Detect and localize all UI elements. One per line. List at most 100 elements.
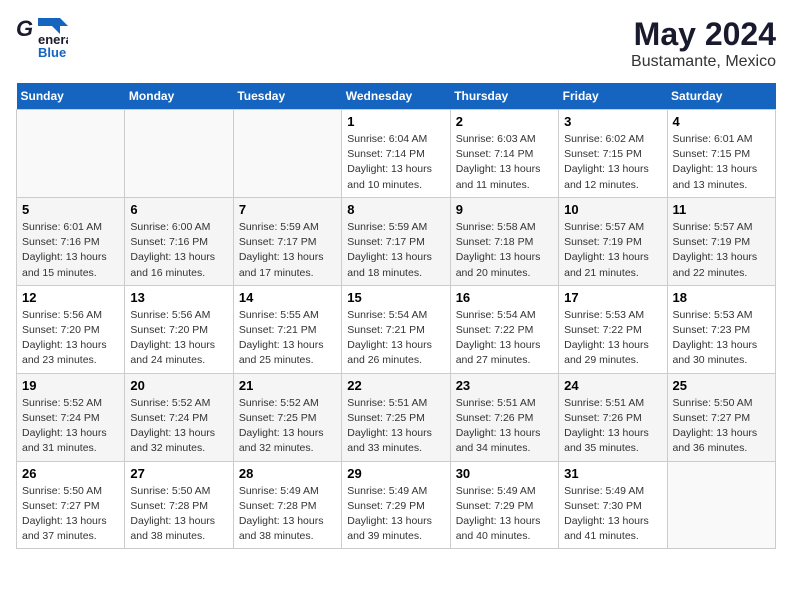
day-number: 28 bbox=[239, 466, 336, 481]
day-cell: 22 Sunrise: 5:51 AMSunset: 7:25 PMDayligh… bbox=[342, 373, 450, 461]
day-number: 13 bbox=[130, 290, 227, 305]
day-number: 18 bbox=[673, 290, 770, 305]
day-info: Sunrise: 5:52 AMSunset: 7:24 PMDaylight:… bbox=[22, 396, 119, 457]
day-cell: 30Sunrise: 5:49 AMSunset: 7:29 PMDayligh… bbox=[450, 461, 558, 549]
col-header-friday: Friday bbox=[559, 83, 667, 110]
col-header-monday: Monday bbox=[125, 83, 233, 110]
day-cell: 6 Sunrise: 6:00 AMSunset: 7:16 PMDaylight… bbox=[125, 197, 233, 285]
calendar-header-row: SundayMondayTuesdayWednesdayThursdayFrid… bbox=[17, 83, 776, 110]
week-row-5: 26 Sunrise: 5:50 AMSunset: 7:27 PMDayligh… bbox=[17, 461, 776, 549]
day-info: Sunrise: 5:53 AMSunset: 7:22 PMDaylight:… bbox=[564, 308, 661, 369]
day-cell: 23 Sunrise: 5:51 AMSunset: 7:26 PMDayligh… bbox=[450, 373, 558, 461]
week-row-2: 5Sunrise: 6:01 AMSunset: 7:16 PMDaylight… bbox=[17, 197, 776, 285]
day-info: Sunrise: 6:00 AMSunset: 7:16 PMDaylight:… bbox=[130, 220, 227, 281]
day-cell bbox=[667, 461, 775, 549]
day-cell: 17Sunrise: 5:53 AMSunset: 7:22 PMDayligh… bbox=[559, 285, 667, 373]
day-info: Sunrise: 5:52 AMSunset: 7:25 PMDaylight:… bbox=[239, 396, 336, 457]
day-cell: 24Sunrise: 5:51 AMSunset: 7:26 PMDayligh… bbox=[559, 373, 667, 461]
day-number: 5 bbox=[22, 202, 119, 217]
day-info: Sunrise: 6:03 AMSunset: 7:14 PMDaylight:… bbox=[456, 132, 553, 193]
location-title: Bustamante, Mexico bbox=[631, 53, 776, 71]
day-info: Sunrise: 5:51 AMSunset: 7:25 PMDaylight:… bbox=[347, 396, 444, 457]
day-info: Sunrise: 5:57 AMSunset: 7:19 PMDaylight:… bbox=[564, 220, 661, 281]
day-cell: 15 Sunrise: 5:54 AMSunset: 7:21 PMDayligh… bbox=[342, 285, 450, 373]
day-number: 16 bbox=[456, 290, 553, 305]
day-cell: 31 Sunrise: 5:49 AMSunset: 7:30 PMDayligh… bbox=[559, 461, 667, 549]
day-info: Sunrise: 5:59 AMSunset: 7:17 PMDaylight:… bbox=[239, 220, 336, 281]
page-header: G eneral Blue May 2024 Bustamante, Mexic… bbox=[16, 16, 776, 71]
day-number: 9 bbox=[456, 202, 553, 217]
day-cell: 18 Sunrise: 5:53 AMSunset: 7:23 PMDayligh… bbox=[667, 285, 775, 373]
day-number: 31 bbox=[564, 466, 661, 481]
day-info: Sunrise: 5:50 AMSunset: 7:27 PMDaylight:… bbox=[22, 484, 119, 545]
day-cell: 10 Sunrise: 5:57 AMSunset: 7:19 PMDayligh… bbox=[559, 197, 667, 285]
day-info: Sunrise: 6:04 AMSunset: 7:14 PMDaylight:… bbox=[347, 132, 444, 193]
day-number: 4 bbox=[673, 114, 770, 129]
day-number: 2 bbox=[456, 114, 553, 129]
day-cell: 19 Sunrise: 5:52 AMSunset: 7:24 PMDayligh… bbox=[17, 373, 125, 461]
day-number: 3 bbox=[564, 114, 661, 129]
day-number: 22 bbox=[347, 378, 444, 393]
day-number: 15 bbox=[347, 290, 444, 305]
day-number: 26 bbox=[22, 466, 119, 481]
day-cell: 3 Sunrise: 6:02 AMSunset: 7:15 PMDaylight… bbox=[559, 110, 667, 198]
day-number: 6 bbox=[130, 202, 227, 217]
calendar-table: SundayMondayTuesdayWednesdayThursdayFrid… bbox=[16, 83, 776, 549]
day-info: Sunrise: 5:56 AMSunset: 7:20 PMDaylight:… bbox=[130, 308, 227, 369]
day-cell: 29 Sunrise: 5:49 AMSunset: 7:29 PMDayligh… bbox=[342, 461, 450, 549]
day-cell: 12 Sunrise: 5:56 AMSunset: 7:20 PMDayligh… bbox=[17, 285, 125, 373]
col-header-tuesday: Tuesday bbox=[233, 83, 341, 110]
day-cell: 27Sunrise: 5:50 AMSunset: 7:28 PMDayligh… bbox=[125, 461, 233, 549]
svg-text:G: G bbox=[16, 16, 33, 41]
col-header-sunday: Sunday bbox=[17, 83, 125, 110]
logo-icon: G eneral Blue bbox=[16, 16, 68, 58]
day-cell: 9 Sunrise: 5:58 AMSunset: 7:18 PMDaylight… bbox=[450, 197, 558, 285]
day-cell bbox=[125, 110, 233, 198]
day-info: Sunrise: 5:54 AMSunset: 7:22 PMDaylight:… bbox=[456, 308, 553, 369]
day-number: 19 bbox=[22, 378, 119, 393]
day-cell: 20 Sunrise: 5:52 AMSunset: 7:24 PMDayligh… bbox=[125, 373, 233, 461]
day-cell: 7 Sunrise: 5:59 AMSunset: 7:17 PMDaylight… bbox=[233, 197, 341, 285]
week-row-3: 12 Sunrise: 5:56 AMSunset: 7:20 PMDayligh… bbox=[17, 285, 776, 373]
day-number: 12 bbox=[22, 290, 119, 305]
col-header-saturday: Saturday bbox=[667, 83, 775, 110]
day-number: 14 bbox=[239, 290, 336, 305]
day-info: Sunrise: 5:49 AMSunset: 7:28 PMDaylight:… bbox=[239, 484, 336, 545]
week-row-4: 19 Sunrise: 5:52 AMSunset: 7:24 PMDayligh… bbox=[17, 373, 776, 461]
day-number: 10 bbox=[564, 202, 661, 217]
day-cell: 11Sunrise: 5:57 AMSunset: 7:19 PMDayligh… bbox=[667, 197, 775, 285]
col-header-thursday: Thursday bbox=[450, 83, 558, 110]
day-number: 24 bbox=[564, 378, 661, 393]
day-info: Sunrise: 5:56 AMSunset: 7:20 PMDaylight:… bbox=[22, 308, 119, 369]
day-info: Sunrise: 6:02 AMSunset: 7:15 PMDaylight:… bbox=[564, 132, 661, 193]
day-info: Sunrise: 5:53 AMSunset: 7:23 PMDaylight:… bbox=[673, 308, 770, 369]
month-year-title: May 2024 bbox=[631, 16, 776, 53]
day-info: Sunrise: 6:01 AMSunset: 7:15 PMDaylight:… bbox=[673, 132, 770, 193]
day-cell: 28 Sunrise: 5:49 AMSunset: 7:28 PMDayligh… bbox=[233, 461, 341, 549]
day-number: 27 bbox=[130, 466, 227, 481]
day-number: 23 bbox=[456, 378, 553, 393]
day-cell: 14Sunrise: 5:55 AMSunset: 7:21 PMDayligh… bbox=[233, 285, 341, 373]
week-row-1: 1 Sunrise: 6:04 AMSunset: 7:14 PMDaylight… bbox=[17, 110, 776, 198]
day-info: Sunrise: 5:49 AMSunset: 7:29 PMDaylight:… bbox=[347, 484, 444, 545]
day-number: 30 bbox=[456, 466, 553, 481]
day-number: 21 bbox=[239, 378, 336, 393]
day-cell bbox=[17, 110, 125, 198]
day-cell: 1 Sunrise: 6:04 AMSunset: 7:14 PMDaylight… bbox=[342, 110, 450, 198]
day-info: Sunrise: 5:52 AMSunset: 7:24 PMDaylight:… bbox=[130, 396, 227, 457]
day-number: 11 bbox=[673, 202, 770, 217]
day-cell: 16 Sunrise: 5:54 AMSunset: 7:22 PMDayligh… bbox=[450, 285, 558, 373]
day-cell: 21 Sunrise: 5:52 AMSunset: 7:25 PMDayligh… bbox=[233, 373, 341, 461]
day-info: Sunrise: 5:58 AMSunset: 7:18 PMDaylight:… bbox=[456, 220, 553, 281]
day-number: 29 bbox=[347, 466, 444, 481]
day-number: 1 bbox=[347, 114, 444, 129]
day-cell: 4 Sunrise: 6:01 AMSunset: 7:15 PMDaylight… bbox=[667, 110, 775, 198]
day-number: 7 bbox=[239, 202, 336, 217]
day-cell: 2 Sunrise: 6:03 AMSunset: 7:14 PMDaylight… bbox=[450, 110, 558, 198]
day-cell: 5Sunrise: 6:01 AMSunset: 7:16 PMDaylight… bbox=[17, 197, 125, 285]
day-number: 20 bbox=[130, 378, 227, 393]
day-info: Sunrise: 5:54 AMSunset: 7:21 PMDaylight:… bbox=[347, 308, 444, 369]
svg-text:Blue: Blue bbox=[38, 45, 66, 58]
day-info: Sunrise: 5:49 AMSunset: 7:30 PMDaylight:… bbox=[564, 484, 661, 545]
day-info: Sunrise: 5:51 AMSunset: 7:26 PMDaylight:… bbox=[456, 396, 553, 457]
